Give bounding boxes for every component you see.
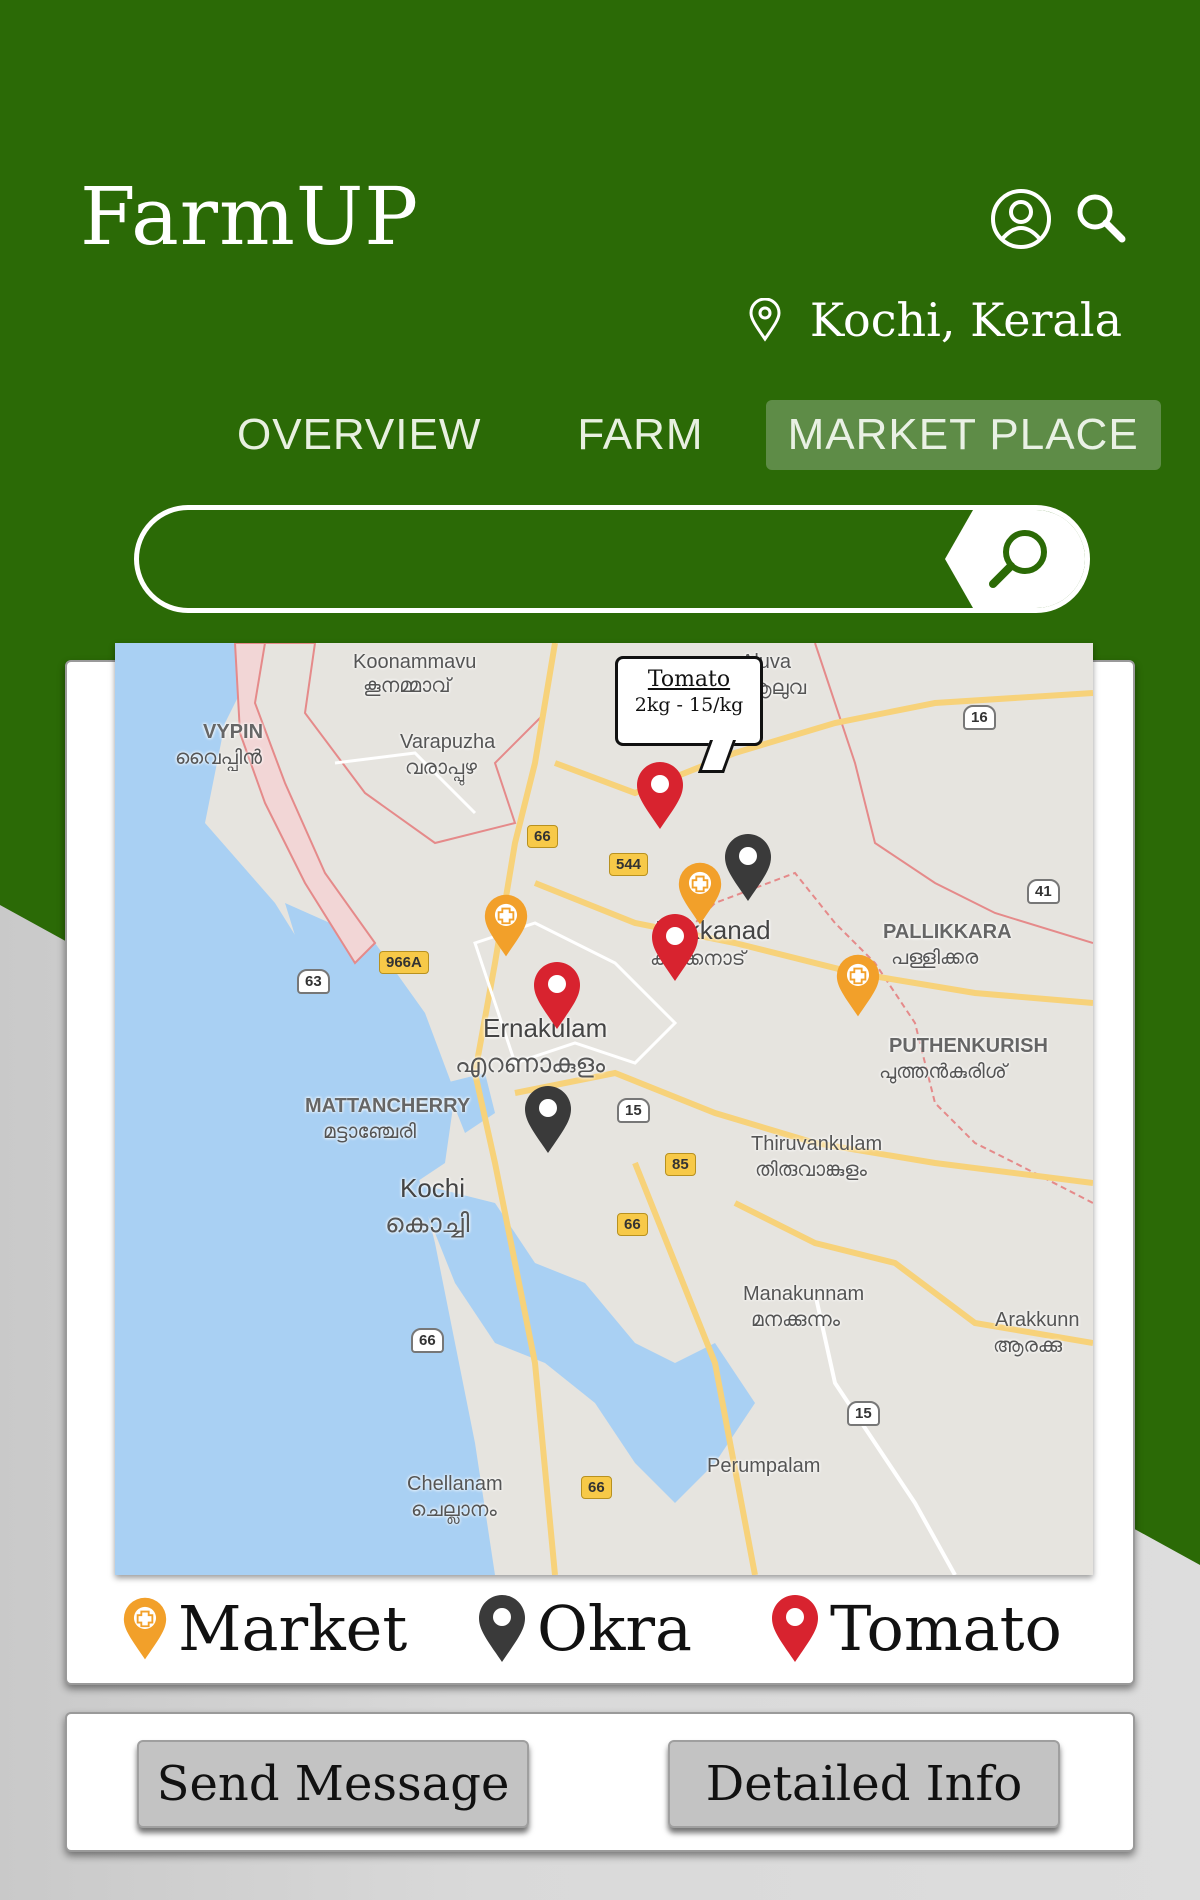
detailed-info-button[interactable]: Detailed Info <box>668 1740 1060 1828</box>
market-map[interactable]: Koonammavu കൂനമ്മാവ് Aluva ആലുവ VYPIN വൈ… <box>115 643 1093 1575</box>
location-text: Kochi, Kerala <box>809 293 1122 347</box>
highway-shield: 66 <box>411 1328 444 1353</box>
map-label: Arakkunn <box>995 1309 1080 1331</box>
okra-pin[interactable] <box>523 1085 573 1159</box>
map-label: Chellanam <box>407 1473 503 1495</box>
legend-item-market: Market <box>122 1592 407 1665</box>
highway-shield: 66 <box>617 1213 648 1236</box>
search-bar <box>134 505 1090 613</box>
tab-overview[interactable]: OVERVIEW <box>215 400 503 470</box>
map-label: കൂനമ്മാവ് <box>363 675 451 697</box>
highway-shield: 66 <box>527 825 558 848</box>
legend-item-tomato: Tomato <box>770 1592 1062 1665</box>
user-icon[interactable] <box>990 188 1052 250</box>
legend-label: Market <box>178 1592 408 1665</box>
highway-shield: 15 <box>847 1401 880 1426</box>
map-label: ചെല്ലാനം <box>411 1499 497 1521</box>
highway-shield: 15 <box>617 1098 650 1123</box>
tomato-pin[interactable] <box>532 961 582 1035</box>
okra-pin-icon <box>479 1594 525 1662</box>
map-label: VYPIN <box>203 721 264 743</box>
pin-tooltip: Tomato 2kg - 15/kg <box>615 656 763 746</box>
map-label: കൊച്ചി <box>385 1208 470 1238</box>
map-label: PUTHENKURISH <box>889 1035 1048 1057</box>
highway-shield: 85 <box>665 1153 696 1176</box>
map-label: വൈപ്പിൻ <box>175 747 262 769</box>
map-pin-icon <box>749 298 781 342</box>
map-label: Varapuzha <box>400 731 496 753</box>
map-label: വരാപ്പുഴ <box>405 757 477 779</box>
highway-shield: 544 <box>609 853 649 876</box>
map-label: MATTANCHERRY <box>305 1095 471 1117</box>
map-label: Kochi <box>400 1173 466 1203</box>
map-label: Perumpalam <box>707 1455 821 1477</box>
send-message-button[interactable]: Send Message <box>137 1740 529 1828</box>
map-label: ആരക്കു <box>993 1335 1063 1357</box>
market-pin-icon <box>123 1597 167 1659</box>
highway-shield: 63 <box>297 969 330 994</box>
legend-item-okra: Okra <box>477 1592 692 1665</box>
map-label: പുത്തൻകുരിശ് <box>879 1061 1007 1083</box>
map-label: Thiruvankulam <box>751 1133 883 1155</box>
map-label: മട്ടാഞ്ചേരി <box>323 1121 417 1143</box>
map-legend: Market Okra Tomato <box>122 1592 1082 1672</box>
okra-pin[interactable] <box>723 833 773 907</box>
map-base <box>115 643 1093 1575</box>
map-label: തിരുവാങ്കുളം <box>755 1159 867 1181</box>
map-label: Manakunnam <box>743 1283 865 1305</box>
map-label: Koonammavu <box>353 651 477 673</box>
market-pin[interactable] <box>835 953 881 1023</box>
legend-label: Tomato <box>830 1592 1062 1665</box>
location-display[interactable]: Kochi, Kerala <box>748 290 1122 350</box>
map-label: എറണാകുളം <box>455 1048 605 1078</box>
tomato-pin[interactable] <box>650 913 700 987</box>
highway-shield: 966A <box>379 951 429 974</box>
highway-shield: 16 <box>963 705 996 730</box>
search-icon <box>989 530 1047 588</box>
tab-farm[interactable]: FARM <box>555 400 725 470</box>
legend-label: Okra <box>537 1592 692 1665</box>
market-pin[interactable] <box>483 893 529 963</box>
tooltip-title: Tomato <box>647 667 731 692</box>
highway-shield: 41 <box>1027 879 1060 904</box>
highway-shield: 66 <box>581 1476 612 1499</box>
app-title: FarmUP <box>80 170 420 263</box>
search-button[interactable] <box>945 510 1085 608</box>
tab-bar: OVERVIEW FARM MARKET PLACE <box>215 400 1161 470</box>
tomato-pin[interactable] <box>635 761 685 835</box>
search-icon[interactable] <box>1075 192 1127 244</box>
map-label: PALLIKKARA <box>883 921 1012 943</box>
tomato-pin-icon <box>772 1594 818 1662</box>
search-input[interactable] <box>169 510 953 608</box>
map-label: മനക്കുന്നം <box>751 1309 841 1331</box>
map-label: പള്ളിക്കര <box>891 947 979 969</box>
tooltip-detail: 2kg - 15/kg <box>634 694 744 716</box>
tab-market-place[interactable]: MARKET PLACE <box>765 400 1161 470</box>
